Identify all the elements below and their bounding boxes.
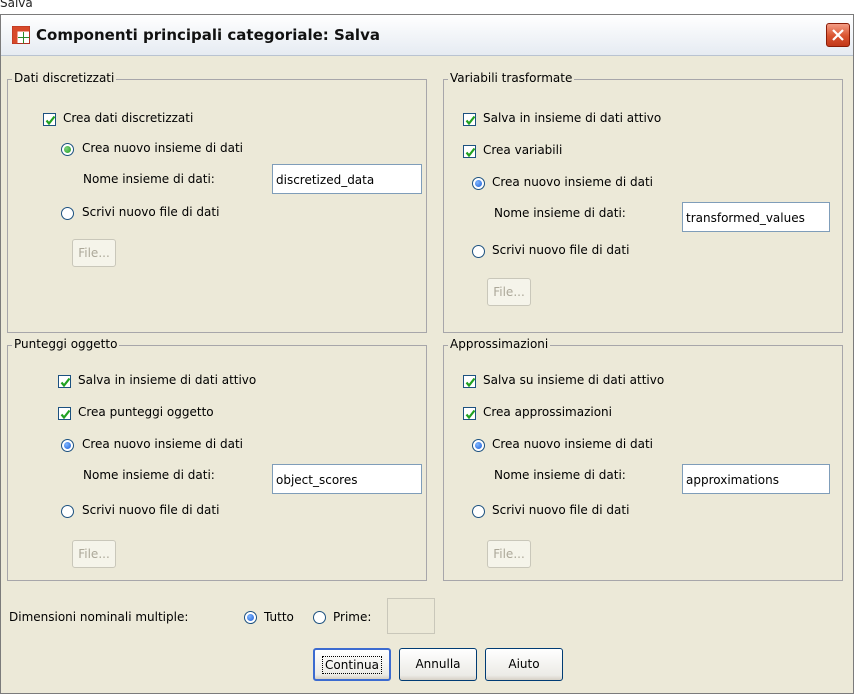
save-active-checkbox[interactable] [463, 113, 476, 126]
new-dataset-radio[interactable] [61, 143, 74, 156]
check-icon [465, 115, 476, 126]
all-dimensions-radio[interactable] [244, 611, 257, 624]
dataset-name-label: Nome insieme di dati: [83, 172, 215, 186]
table-grid-icon [12, 26, 30, 44]
create-object-scores-checkbox[interactable] [58, 407, 71, 420]
all-dimensions-label: Tutto [264, 610, 294, 624]
dataset-name-input[interactable]: object_scores [272, 464, 422, 494]
check-icon [465, 409, 476, 420]
group-title: Punteggi oggetto [12, 337, 120, 351]
title-bar[interactable]: Componenti principali categoriale: Salva [1, 15, 853, 56]
create-approximations-checkbox[interactable] [463, 407, 476, 420]
create-discretized-checkbox[interactable] [43, 113, 56, 126]
help-button[interactable]: Aiuto [485, 648, 563, 681]
dataset-name-input[interactable]: discretized_data [272, 164, 422, 194]
first-dimensions-input[interactable] [387, 598, 435, 634]
check-icon [60, 377, 71, 388]
continue-label: Continua [322, 656, 382, 674]
write-file-radio[interactable] [61, 505, 74, 518]
new-dataset-label: Crea nuovo insieme di dati [492, 175, 653, 189]
check-icon [465, 377, 476, 388]
create-discretized-label: Crea dati discretizzati [63, 111, 194, 125]
cancel-button[interactable]: Annulla [399, 648, 477, 681]
file-button[interactable]: File... [487, 540, 531, 568]
save-active-checkbox[interactable] [463, 375, 476, 388]
check-icon [465, 147, 476, 158]
group-approssimazioni: Approssimazioni Salva su insieme di dati… [443, 337, 843, 581]
file-button[interactable]: File... [72, 540, 116, 568]
close-button[interactable] [826, 23, 850, 47]
first-dimensions-radio[interactable] [313, 611, 326, 624]
parent-window-title: Salva [0, 0, 33, 10]
save-active-label: Salva in insieme di dati attivo [483, 111, 662, 125]
group-punteggi-oggetto: Punteggi oggetto Salva in insieme di dat… [7, 337, 427, 581]
new-dataset-label: Crea nuovo insieme di dati [492, 437, 653, 451]
file-button[interactable]: File... [487, 278, 531, 306]
file-button[interactable]: File... [72, 239, 116, 267]
create-approximations-label: Crea approssimazioni [483, 405, 612, 419]
dataset-name-label: Nome insieme di dati: [494, 468, 626, 482]
write-file-radio[interactable] [472, 505, 485, 518]
save-dialog: Componenti principali categoriale: Salva… [0, 14, 854, 694]
new-dataset-label: Crea nuovo insieme di dati [82, 437, 243, 451]
save-active-checkbox[interactable] [58, 375, 71, 388]
group-dati-discretizzati: Dati discretizzati Crea dati discretizza… [7, 71, 427, 333]
new-dataset-radio[interactable] [472, 439, 485, 452]
continue-button[interactable]: Continua [313, 648, 391, 681]
write-file-radio[interactable] [61, 207, 74, 220]
save-active-label: Salva in insieme di dati attivo [78, 373, 257, 387]
group-title: Dati discretizzati [12, 71, 117, 85]
create-variables-checkbox[interactable] [463, 145, 476, 158]
first-dimensions-label: Prime: [333, 610, 372, 624]
multiple-nominal-label: Dimensioni nominali multiple: [9, 610, 189, 624]
dataset-name-input[interactable]: transformed_values [682, 202, 830, 232]
dataset-name-label: Nome insieme di dati: [494, 206, 626, 220]
write-file-radio[interactable] [472, 245, 485, 258]
create-variables-label: Crea variabili [483, 143, 563, 157]
check-icon [60, 409, 71, 420]
group-variabili-trasformate: Variabili trasformate Salva in insieme d… [443, 71, 843, 333]
check-icon [45, 115, 56, 126]
close-icon [832, 29, 844, 41]
new-dataset-radio[interactable] [472, 177, 485, 190]
new-dataset-radio[interactable] [61, 439, 74, 452]
dialog-title: Componenti principali categoriale: Salva [36, 26, 380, 44]
write-file-label: Scrivi nuovo file di dati [82, 205, 220, 219]
write-file-label: Scrivi nuovo file di dati [82, 503, 220, 517]
write-file-label: Scrivi nuovo file di dati [492, 503, 630, 517]
group-title: Variabili trasformate [448, 71, 575, 85]
dataset-name-label: Nome insieme di dati: [83, 468, 215, 482]
group-title: Approssimazioni [448, 337, 551, 351]
write-file-label: Scrivi nuovo file di dati [492, 243, 630, 257]
create-object-scores-label: Crea punteggi oggetto [78, 405, 214, 419]
dataset-name-input[interactable]: approximations [682, 464, 830, 494]
new-dataset-label: Crea nuovo insieme di dati [82, 141, 243, 155]
save-active-label: Salva su insieme di dati attivo [483, 373, 665, 387]
